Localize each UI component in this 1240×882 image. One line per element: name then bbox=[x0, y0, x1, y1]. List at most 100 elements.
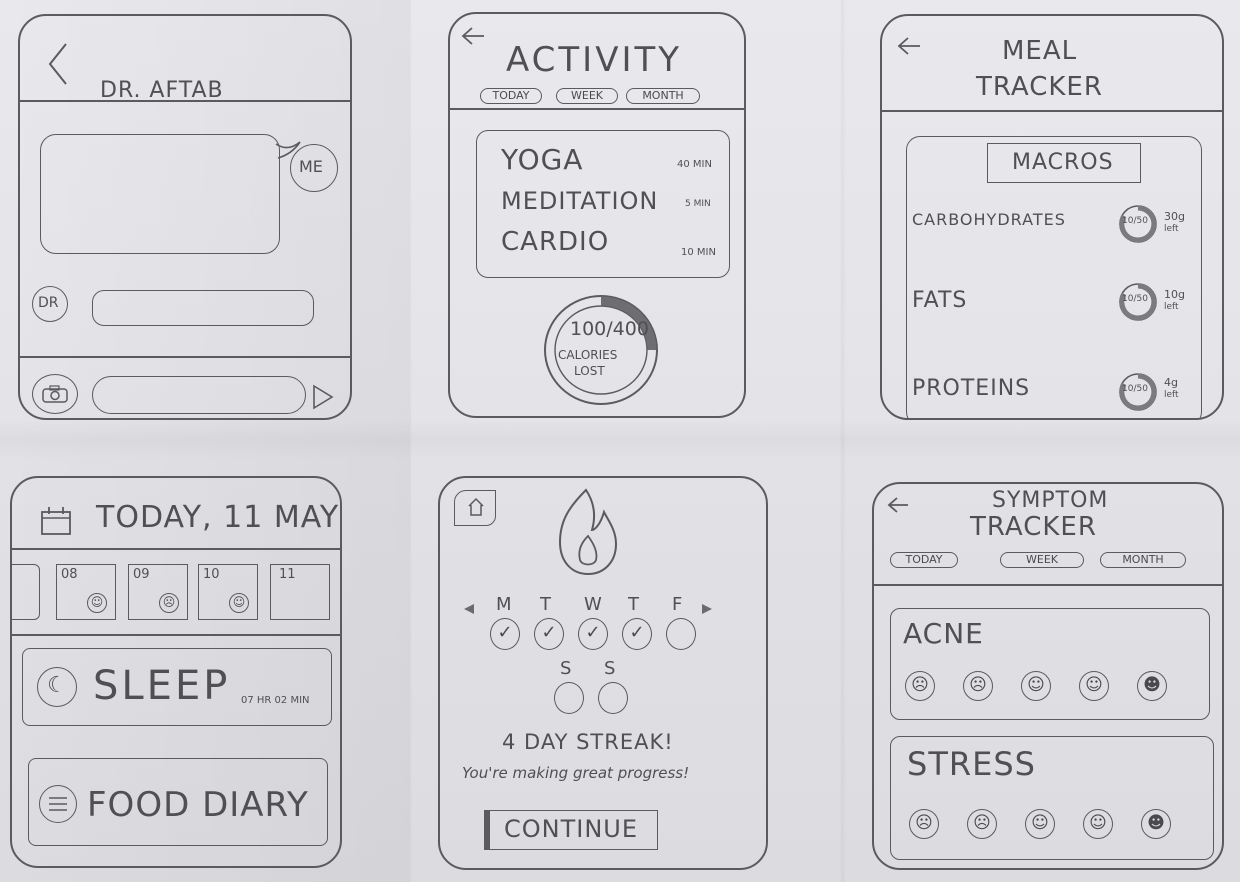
face-very-sad-icon[interactable]: ☹ bbox=[905, 671, 935, 701]
tab-week[interactable]: WEEK bbox=[1000, 552, 1084, 568]
back-arrow-icon[interactable] bbox=[896, 36, 922, 56]
activity-duration: 40 MIN bbox=[677, 159, 712, 170]
face-very-happy-icon[interactable]: ☻ bbox=[1141, 809, 1171, 839]
prev-week-icon[interactable] bbox=[462, 602, 476, 616]
streak-day-letter: S bbox=[560, 658, 572, 679]
streak-day-checked: ✓ bbox=[578, 618, 608, 650]
activity-duration: 10 MIN bbox=[681, 247, 716, 258]
diary-date-title: TODAY, 11 MAY bbox=[96, 500, 340, 535]
streak-day-letter: S bbox=[604, 658, 616, 679]
macro-left: left bbox=[1164, 302, 1179, 312]
activity-list-card: YOGA 40 MIN MEDITATION 5 MIN CARDIO 10 M… bbox=[476, 130, 730, 278]
streak-day-empty bbox=[666, 618, 696, 650]
face-very-sad-icon[interactable]: ☹ bbox=[909, 809, 939, 839]
streak-day-letter: F bbox=[672, 594, 683, 615]
streak-headline: 4 DAY STREAK! bbox=[502, 730, 674, 754]
symptom-card-acne[interactable]: ACNE ☹ ☹ ☺ ☺ ☻ bbox=[890, 608, 1210, 720]
streak-day: T ✓ bbox=[532, 594, 566, 656]
face-sad-icon[interactable]: ☹ bbox=[967, 809, 997, 839]
home-icon bbox=[468, 497, 484, 516]
tab-today[interactable]: TODAY bbox=[890, 552, 958, 568]
flame-icon bbox=[558, 488, 618, 576]
face-neutral-icon[interactable]: ☺ bbox=[1021, 671, 1051, 701]
me-avatar: ME bbox=[290, 144, 338, 192]
days-row: M ✓ T ✓ W ✓ T ✓ F bbox=[488, 594, 708, 654]
food-diary-card[interactable]: FOOD DIARY bbox=[28, 758, 328, 846]
day-tile[interactable]: 10 ☺ bbox=[198, 564, 258, 620]
mood-happy-icon: ☺ bbox=[229, 593, 249, 613]
symptom-card-stress[interactable]: STRESS ☹ ☹ ☺ ☺ ☻ bbox=[890, 736, 1214, 860]
mood-happy-icon: ☺ bbox=[87, 593, 107, 613]
macro-amount: 4g bbox=[1164, 376, 1178, 389]
tab-month[interactable]: MONTH bbox=[1100, 552, 1186, 568]
activity-screen: ACTIVITY TODAY WEEK MONTH YOGA 40 MIN ME… bbox=[448, 12, 746, 418]
day-tile-partial[interactable] bbox=[12, 564, 40, 620]
chat-screen: DR. AFTAB ME DR bbox=[18, 14, 352, 420]
sleep-card[interactable]: ☾ SLEEP 07 HR 02 MIN bbox=[22, 648, 332, 726]
day-tile[interactable]: 08 ☺ bbox=[56, 564, 116, 620]
face-happy-icon[interactable]: ☺ bbox=[1083, 809, 1113, 839]
meal-tracker-screen: MEAL TRACKER MACROS CARBOHYDRATES 10/50 … bbox=[880, 14, 1224, 420]
day-tile[interactable]: 09 ☹ bbox=[128, 564, 188, 620]
macro-name: FATS bbox=[912, 288, 968, 313]
camera-icon bbox=[42, 385, 68, 403]
rating-faces: ☹ ☹ ☺ ☺ ☻ bbox=[909, 809, 1199, 843]
moon-icon: ☾ bbox=[37, 667, 77, 707]
streak-subtext: You're making great progress! bbox=[462, 764, 690, 782]
back-arrow-icon[interactable] bbox=[460, 26, 486, 46]
macro-ring-label: 10/50 bbox=[1122, 384, 1148, 394]
macro-ring-label: 10/50 bbox=[1122, 216, 1148, 226]
calories-value: 100/400 bbox=[570, 318, 649, 340]
continue-button[interactable]: CONTINUE bbox=[484, 810, 658, 850]
day-tile-selected[interactable]: 11 bbox=[270, 564, 330, 620]
home-button[interactable] bbox=[454, 490, 496, 526]
streak-day-letter: M bbox=[496, 594, 512, 615]
streak-day: M ✓ bbox=[488, 594, 522, 656]
streak-day: F bbox=[664, 594, 698, 656]
back-icon[interactable] bbox=[46, 42, 70, 86]
symptom-title-line2: TRACKER bbox=[970, 512, 1097, 542]
symptom-title-line1: SYMPTOM bbox=[992, 488, 1109, 513]
streak-day-checked: ✓ bbox=[534, 618, 564, 650]
face-very-happy-icon[interactable]: ☻ bbox=[1137, 671, 1167, 701]
tab-week[interactable]: WEEK bbox=[556, 88, 618, 104]
dr-avatar: DR bbox=[32, 286, 68, 322]
macros-section-title: MACROS bbox=[987, 143, 1141, 183]
calories-label: CALORIES bbox=[558, 348, 618, 362]
calories-label-2: LOST bbox=[574, 364, 605, 378]
streak-day: S bbox=[596, 658, 630, 720]
mood-sad-icon: ☹ bbox=[159, 593, 179, 613]
streak-day-letter: T bbox=[540, 594, 551, 615]
next-week-icon[interactable] bbox=[700, 602, 714, 616]
meal-title-line2: TRACKER bbox=[976, 72, 1103, 102]
activity-title: ACTIVITY bbox=[506, 40, 683, 80]
macro-amount: 10g bbox=[1164, 288, 1185, 301]
streak-day-letter: W bbox=[584, 594, 602, 615]
streak-day-empty bbox=[554, 682, 584, 714]
activity-name: YOGA bbox=[501, 143, 584, 176]
dr-message-bubble bbox=[92, 290, 314, 326]
streak-day-checked: ✓ bbox=[622, 618, 652, 650]
macro-amount: 30g bbox=[1164, 210, 1185, 223]
symptom-tracker-screen: SYMPTOM TRACKER TODAY WEEK MONTH ACNE ☹ ☹… bbox=[872, 482, 1224, 870]
tab-month[interactable]: MONTH bbox=[626, 88, 700, 104]
calendar-icon[interactable] bbox=[40, 506, 74, 536]
macro-ring-label: 10/50 bbox=[1122, 294, 1148, 304]
face-happy-icon[interactable]: ☺ bbox=[1079, 671, 1109, 701]
sleep-duration: 07 HR 02 MIN bbox=[241, 695, 310, 706]
streak-screen: M ✓ T ✓ W ✓ T ✓ F SS 4 DAY STREAK! You're making… bbox=[438, 476, 768, 870]
activity-name: CARDIO bbox=[501, 227, 610, 257]
streak-day-checked: ✓ bbox=[490, 618, 520, 650]
camera-button[interactable] bbox=[32, 374, 78, 414]
meal-title-line1: MEAL bbox=[1002, 36, 1078, 66]
macro-name: PROTEINS bbox=[912, 376, 1031, 401]
face-neutral-icon[interactable]: ☺ bbox=[1025, 809, 1055, 839]
message-input[interactable] bbox=[92, 376, 306, 414]
tab-today[interactable]: TODAY bbox=[480, 88, 542, 104]
send-icon[interactable] bbox=[312, 384, 334, 410]
macro-left: left bbox=[1164, 224, 1179, 234]
face-sad-icon[interactable]: ☹ bbox=[963, 671, 993, 701]
back-arrow-icon[interactable] bbox=[886, 496, 910, 514]
me-message-bubble bbox=[40, 134, 280, 254]
days-row-weekend: SS bbox=[552, 658, 642, 720]
